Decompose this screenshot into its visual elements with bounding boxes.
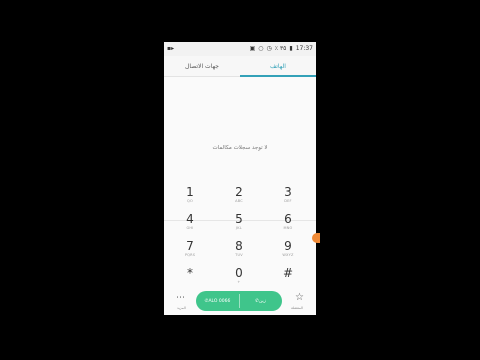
key-digit: 0 — [235, 266, 243, 280]
call-sim1-label: ALO 0066 — [208, 298, 231, 304]
bottom-action-bar: ⋯ المزيد ✆ ALO 0066 ✆ زين ☆ المفضلة — [164, 288, 316, 315]
key-8[interactable]: 8 TUV — [215, 240, 263, 265]
sim-icon: ▣ — [249, 45, 256, 52]
key-digit: 8 — [235, 239, 243, 253]
key-letters: + — [237, 280, 241, 284]
tab-bar: جهات الاتصال الهاتف — [164, 56, 316, 77]
call-sim2-label: زين — [258, 298, 266, 304]
key-digit: 7 — [186, 239, 194, 253]
key-digit: 5 — [235, 212, 243, 226]
key-digit: # — [282, 266, 294, 280]
key-3[interactable]: 3 DEF — [264, 186, 312, 211]
tab-label: جهات الاتصال — [184, 62, 219, 70]
key-letters: MNO — [283, 226, 293, 230]
key-letters: ABC — [235, 199, 243, 203]
key-7[interactable]: 7 PQRS — [166, 240, 214, 265]
call-sim2-button[interactable]: ✆ زين — [239, 291, 282, 311]
key-6[interactable]: 6 MNO — [264, 213, 312, 238]
key-digit: 1 — [186, 185, 194, 199]
star-icon[interactable]: ☆ — [295, 292, 304, 303]
empty-log-text: لا توجد سجلات مكالمات — [212, 145, 268, 151]
key-9[interactable]: 9 WXYZ — [264, 240, 312, 265]
favorites-label: المفضلة — [291, 306, 303, 310]
video-icon: ▪▸ — [167, 45, 175, 52]
key-letters: GHI — [186, 226, 194, 230]
carrier-text: ٪ ٣٥ — [274, 45, 287, 52]
key-2[interactable]: 2 ABC — [215, 186, 263, 211]
floating-edge-handle[interactable] — [312, 233, 320, 243]
key-digit: 4 — [186, 212, 194, 226]
call-sim1-button[interactable]: ✆ ALO 0066 — [196, 291, 239, 311]
key-5[interactable]: 5 JKL — [215, 213, 263, 238]
more-icon[interactable]: ⋯ — [176, 293, 185, 303]
key-4[interactable]: 4 GHI — [166, 213, 214, 238]
phone-screen: ▪▸ ▣ ○ ◷ ٪ ٣٥ ▮ 17:37 جهات الاتصال الهات… — [164, 42, 316, 315]
key-letters: DEF — [284, 199, 292, 203]
tab-label: الهاتف — [270, 62, 286, 70]
more-label: المزيد — [177, 306, 186, 310]
key-1[interactable]: 1 QO — [166, 186, 214, 211]
key-letters: QO — [187, 199, 193, 203]
key-digit: 9 — [284, 239, 292, 253]
status-bar: ▪▸ ▣ ○ ◷ ٪ ٣٥ ▮ 17:37 — [164, 42, 316, 56]
tab-phone[interactable]: الهاتف — [240, 56, 316, 77]
key-digit: 3 — [284, 185, 292, 199]
key-digit: 6 — [284, 212, 292, 226]
tab-contacts[interactable]: جهات الاتصال — [164, 56, 240, 76]
battery-icon: ▮ — [289, 45, 293, 52]
clock: 17:37 — [295, 45, 313, 52]
key-letters: WXYZ — [282, 253, 294, 257]
call-button-group: ✆ ALO 0066 ✆ زين — [196, 291, 282, 311]
key-digit: 2 — [235, 185, 243, 199]
alarm-icon: ◷ — [266, 45, 272, 52]
key-letters: TUV — [235, 253, 243, 257]
key-digit: * — [187, 266, 193, 280]
key-letters: PQRS — [184, 253, 196, 257]
wifi-icon: ○ — [258, 45, 264, 52]
key-letters: JKL — [236, 226, 242, 230]
